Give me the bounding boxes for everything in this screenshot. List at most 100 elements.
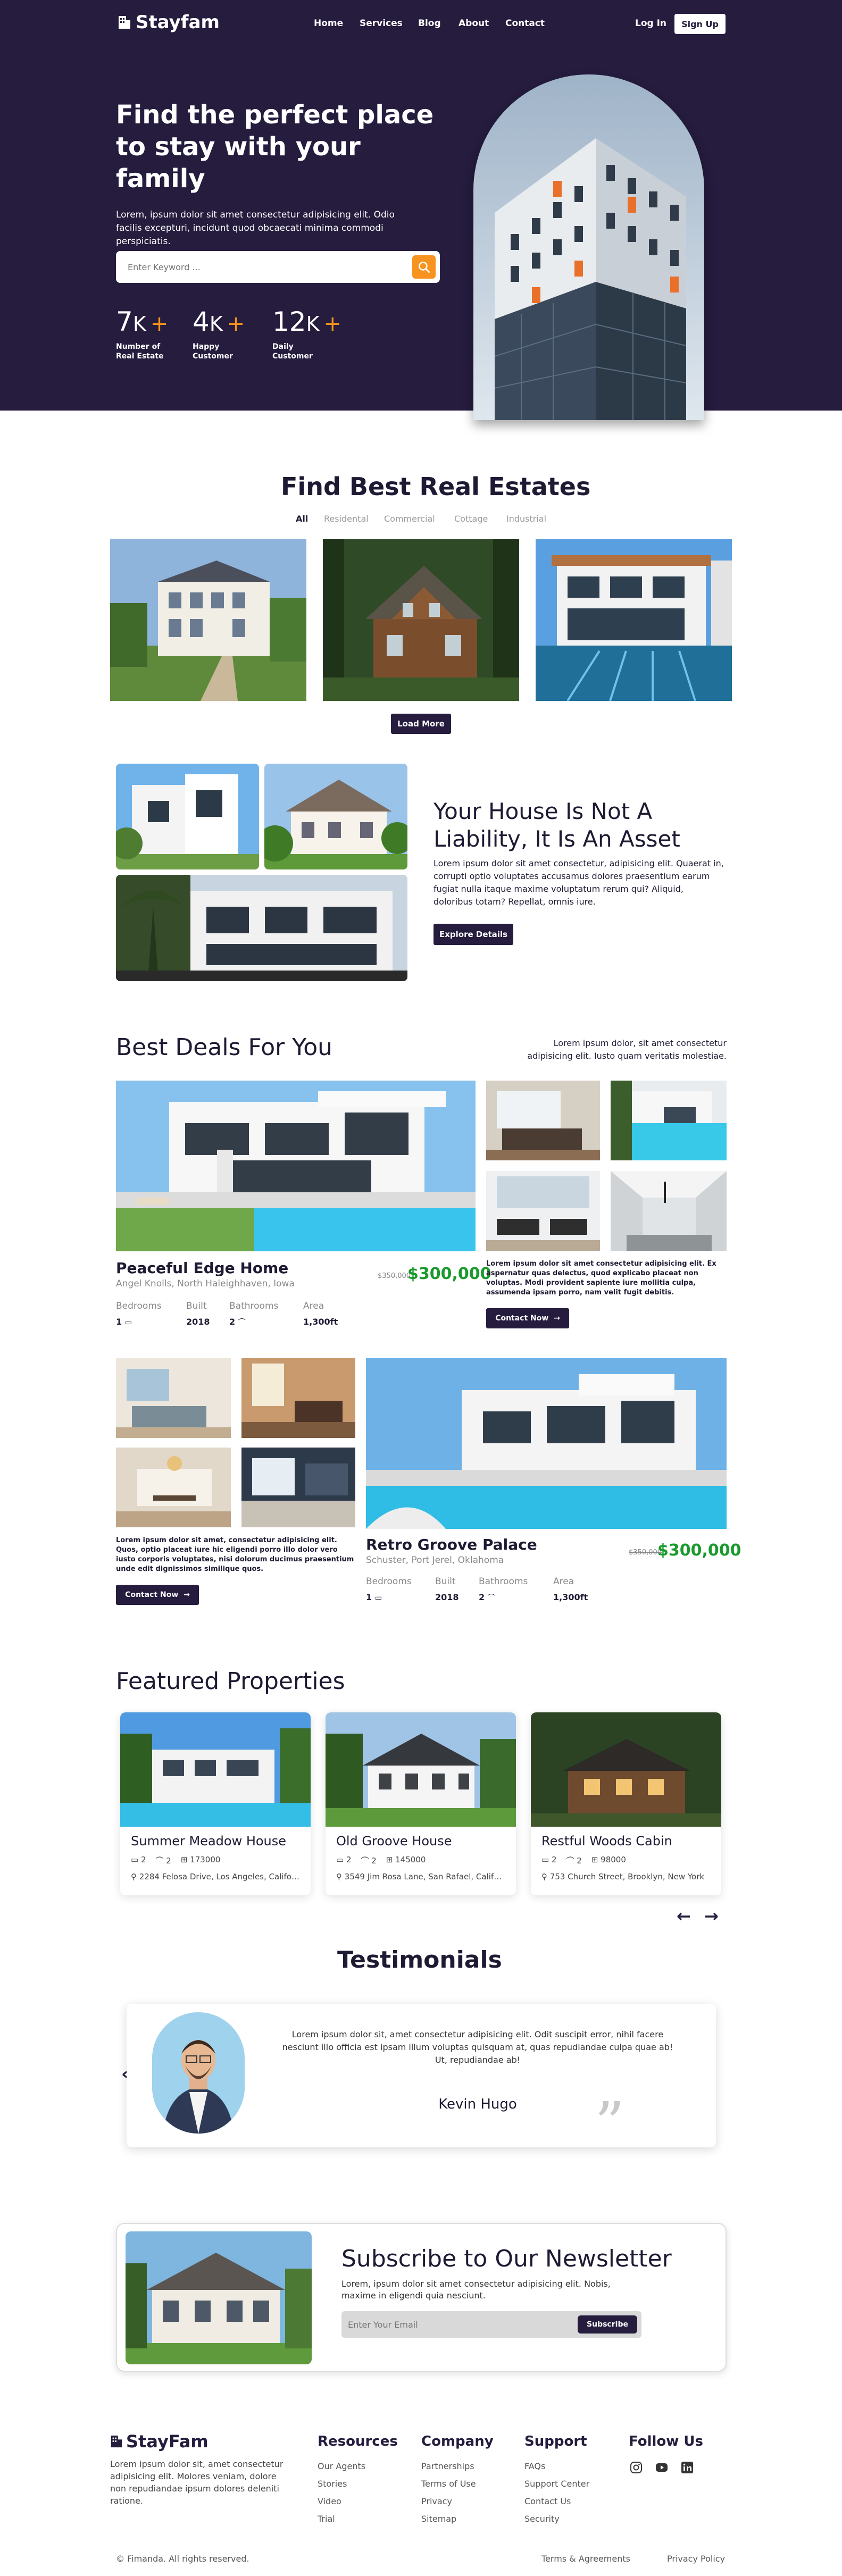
arrow-right-icon: → — [554, 1314, 560, 1323]
deal-1-built-label: Built — [186, 1301, 207, 1311]
featured-photo — [120, 1712, 311, 1827]
featured-meta: ▭ 2 ⌒ 2 ⊞ 173000 — [131, 1855, 220, 1866]
stat-label: Number of Real Estate — [116, 342, 164, 361]
deal-1-thumb-lounge[interactable] — [486, 1171, 600, 1251]
asset-photo-wide-modern — [116, 875, 407, 981]
deal-2-thumb-living[interactable] — [116, 1358, 231, 1438]
featured-card-restful-woods[interactable]: Restful Woods Cabin ▭ 2 ⌒ 2 ⊞ 98000 ⚲ 753 … — [531, 1712, 721, 1895]
instagram-icon[interactable] — [630, 2461, 643, 2474]
tab-cottage[interactable]: Cottage — [454, 514, 488, 524]
footer-link[interactable]: Sitemap — [421, 2514, 456, 2524]
stat-label: Happy Customer — [193, 342, 233, 361]
footer-link[interactable]: Terms of Use — [421, 2479, 476, 2489]
stat-unit: K — [306, 312, 320, 336]
footer-terms-link[interactable]: Terms & Agreements — [541, 2554, 630, 2564]
deal-1-built: 2018 — [186, 1317, 210, 1327]
nav-blog[interactable]: Blog — [418, 18, 441, 29]
featured-prev-arrow-icon[interactable]: ← — [677, 1906, 691, 1926]
featured-title: Featured Properties — [116, 1668, 345, 1695]
footer-link[interactable]: Privacy — [421, 2496, 452, 2506]
asset-text: Lorem ipsum dolor sit amet consectetur, … — [433, 858, 724, 907]
tab-commercial[interactable]: Commercial — [384, 514, 435, 524]
deal-2-contact-button[interactable]: Contact Now → — [116, 1585, 199, 1605]
footer-about: Lorem ipsum dolor sit, amet consectetur … — [110, 2459, 284, 2506]
deal-1-thumb-living[interactable] — [486, 1081, 600, 1160]
deal-1-thumb-hall[interactable] — [611, 1171, 727, 1251]
newsletter-title: Subscribe to Our Newsletter — [341, 2245, 672, 2272]
deal-1-address: Angel Knolls, North Haleighhaven, Iowa — [116, 1278, 295, 1289]
footer-copyright: © Fimanda. All rights reserved. — [116, 2554, 249, 2564]
explore-details-button[interactable]: Explore Details — [433, 924, 513, 945]
linkedin-icon[interactable] — [681, 2461, 694, 2474]
featured-card-summer-meadow[interactable]: Summer Meadow House ▭ 2 ⌒ 2 ⊞ 173000 ⚲ 228… — [120, 1712, 311, 1895]
estate-photo-villa[interactable] — [110, 539, 306, 701]
search-icon — [419, 262, 430, 273]
beds-value: 2 — [140, 1855, 146, 1864]
signup-button[interactable]: Sign Up — [674, 14, 726, 34]
testimonials-title: Testimonials — [337, 1946, 502, 1973]
footer-link[interactable]: Security — [524, 2514, 560, 2524]
footer-link[interactable]: Trial — [318, 2514, 335, 2524]
stat-unit: K — [209, 312, 223, 336]
nav-home[interactable]: Home — [314, 18, 343, 29]
nav-contact[interactable]: Contact — [505, 18, 545, 29]
stat-plus: + — [323, 312, 342, 336]
youtube-icon[interactable] — [655, 2461, 668, 2474]
footer-brand[interactable]: StayFam — [110, 2431, 209, 2452]
footer-link[interactable]: Our Agents — [318, 2461, 365, 2471]
featured-name: Old Groove House — [336, 1834, 452, 1849]
footer-support-title: Support — [524, 2433, 587, 2449]
deal-1-contact-button[interactable]: Contact Now → — [486, 1308, 569, 1328]
search-button[interactable] — [412, 255, 436, 279]
footer-link[interactable]: Partnerships — [421, 2461, 474, 2471]
tab-industrial[interactable]: Industrial — [506, 514, 546, 524]
estate-photo-pool-house[interactable] — [536, 539, 732, 701]
tab-all[interactable]: All — [296, 514, 308, 524]
newsletter-form: Subscribe — [341, 2311, 641, 2338]
estate-photo-cabin[interactable] — [323, 539, 519, 701]
deals-intro: Lorem ipsum dolor, sit amet consectetur … — [527, 1038, 727, 1061]
featured-address-text: 753 Church Street, Brooklyn, New York — [549, 1872, 705, 1881]
deal-2-main-photo[interactable] — [366, 1358, 727, 1529]
deal-1-area: 1,300ft — [303, 1317, 338, 1327]
deal-2-thumb-interior[interactable] — [241, 1358, 355, 1438]
bed-icon: ▭ 2 — [541, 1855, 557, 1864]
subscribe-button[interactable]: Subscribe — [578, 2315, 637, 2334]
featured-photo — [531, 1712, 721, 1827]
nav-services[interactable]: Services — [360, 18, 403, 29]
deal-2-thumb-dining[interactable] — [116, 1448, 231, 1527]
deal-1-bathrooms-value: 2 — [229, 1317, 236, 1327]
featured-meta: ▭ 2 ⌒ 2 ⊞ 145000 — [336, 1855, 426, 1866]
featured-next-arrow-icon[interactable]: → — [704, 1906, 719, 1926]
featured-photo — [326, 1712, 516, 1827]
footer-company-title: Company — [421, 2433, 494, 2449]
stat-number: 4 — [193, 306, 210, 337]
stat-daily-customer: 12K + Daily Customer — [272, 306, 341, 361]
login-button[interactable]: Log In — [635, 18, 666, 29]
load-more-button[interactable]: Load More — [391, 714, 451, 734]
baths-value: 2 — [371, 1856, 377, 1866]
footer-link[interactable]: Contact Us — [524, 2496, 571, 2506]
asset-photo-modern-white — [116, 764, 259, 869]
deal-2-area: 1,300ft — [553, 1592, 588, 1602]
email-input[interactable] — [348, 2316, 561, 2332]
featured-address-text: 3549 Jim Rosa Lane, San Rafael, Californ… — [344, 1872, 506, 1881]
featured-meta: ▭ 2 ⌒ 2 ⊞ 98000 — [541, 1855, 626, 1866]
footer-link[interactable]: Support Center — [524, 2479, 589, 2489]
featured-card-old-groove[interactable]: Old Groove House ▭ 2 ⌒ 2 ⊞ 145000 ⚲ 3549 J… — [326, 1712, 516, 1895]
deal-2-thumb-kitchen[interactable] — [241, 1448, 355, 1527]
footer-privacy-link[interactable]: Privacy Policy — [667, 2554, 725, 2564]
search-input[interactable] — [128, 258, 394, 275]
footer-link[interactable]: FAQs — [524, 2461, 545, 2471]
tab-residental[interactable]: Residental — [324, 514, 369, 524]
bath-icon: ⌒ — [238, 1318, 246, 1327]
asset-title: Your House Is Not A Liability, It Is An … — [433, 798, 680, 852]
featured-address: ⚲ 3549 Jim Rosa Lane, San Rafael, Califo… — [336, 1872, 506, 1881]
deal-1-main-photo[interactable] — [116, 1081, 476, 1251]
footer-brand-name: StayFam — [126, 2431, 209, 2452]
footer-link[interactable]: Stories — [318, 2479, 347, 2489]
brand-logo[interactable]: Stayfam — [118, 12, 220, 33]
footer-link[interactable]: Video — [318, 2496, 341, 2506]
deal-1-thumb-pool[interactable] — [611, 1081, 727, 1160]
nav-about[interactable]: About — [458, 18, 489, 29]
